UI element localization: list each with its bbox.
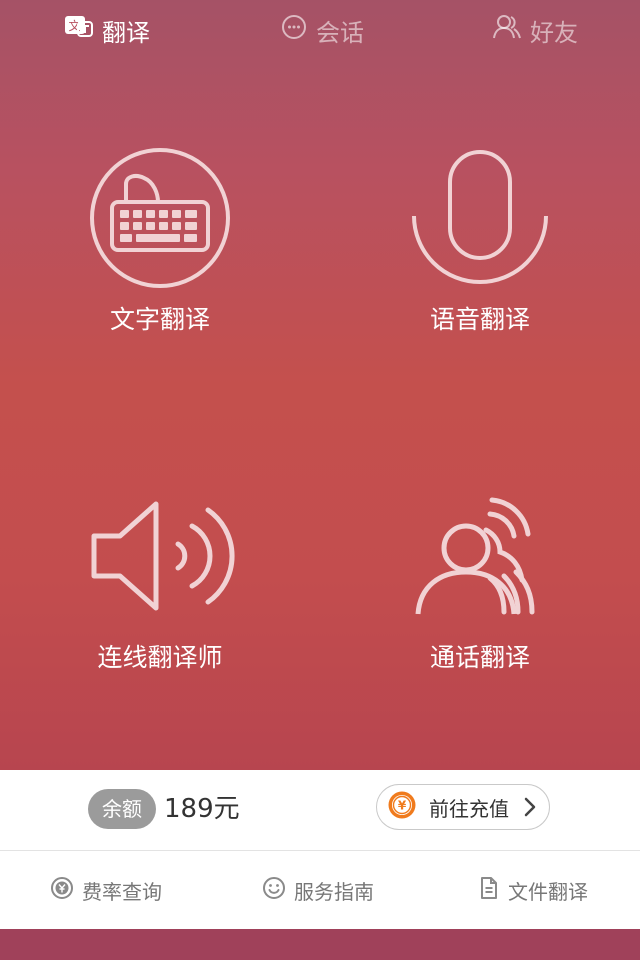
rate-query-link[interactable]: 费率查询 xyxy=(50,873,162,907)
translate-icon: 文 xyxy=(64,14,94,46)
yuan-coin-icon: ¥ xyxy=(387,790,417,824)
coin-symbol: ¥ xyxy=(398,799,407,813)
smiley-icon xyxy=(262,876,286,905)
voice-translate-label: 语音翻译 xyxy=(429,305,530,334)
tab-chat-label: 会话 xyxy=(316,18,364,47)
tab-translate[interactable]: 文 翻译 xyxy=(64,12,150,48)
service-guide-label: 服务指南 xyxy=(294,879,374,904)
service-guide-link[interactable]: 服务指南 xyxy=(262,873,374,907)
line-translator-button[interactable]: 连线翻译师 xyxy=(0,490,320,680)
tab-chat[interactable]: 会话 xyxy=(280,12,364,48)
chat-bubble-icon xyxy=(280,13,308,47)
footer-bar xyxy=(0,929,640,960)
document-icon xyxy=(478,876,500,905)
yuan-icon xyxy=(50,876,74,905)
text-translate-label: 文字翻译 xyxy=(109,305,210,334)
file-translate-link[interactable]: 文件翻译 xyxy=(478,873,588,907)
recharge-button[interactable]: ¥ 前往充值 xyxy=(376,784,550,830)
recharge-label: 前往充值 xyxy=(429,796,509,821)
line-translator-label: 连线翻译师 xyxy=(97,643,223,672)
voice-translate-button[interactable]: 语音翻译 xyxy=(320,140,640,340)
rate-query-label: 费率查询 xyxy=(82,879,162,904)
chevron-right-icon xyxy=(523,796,537,822)
file-translate-label: 文件翻译 xyxy=(508,879,588,904)
call-translate-button[interactable]: 通话翻译 xyxy=(320,490,640,680)
tab-friends[interactable]: 好友 xyxy=(492,12,578,48)
tab-friends-label: 好友 xyxy=(530,18,578,47)
text-translate-button[interactable]: 文字翻译 xyxy=(0,140,320,340)
top-tab-bar: 文 翻译 会话 好友 xyxy=(0,0,640,62)
balance-badge: 余额 xyxy=(88,789,156,829)
friends-icon xyxy=(492,13,522,47)
balance-amount: 189元 xyxy=(164,794,240,824)
tab-translate-label: 翻译 xyxy=(102,18,150,47)
bottom-links: 费率查询 服务指南 文件翻译 xyxy=(0,851,640,929)
call-translate-label: 通话翻译 xyxy=(429,643,530,672)
